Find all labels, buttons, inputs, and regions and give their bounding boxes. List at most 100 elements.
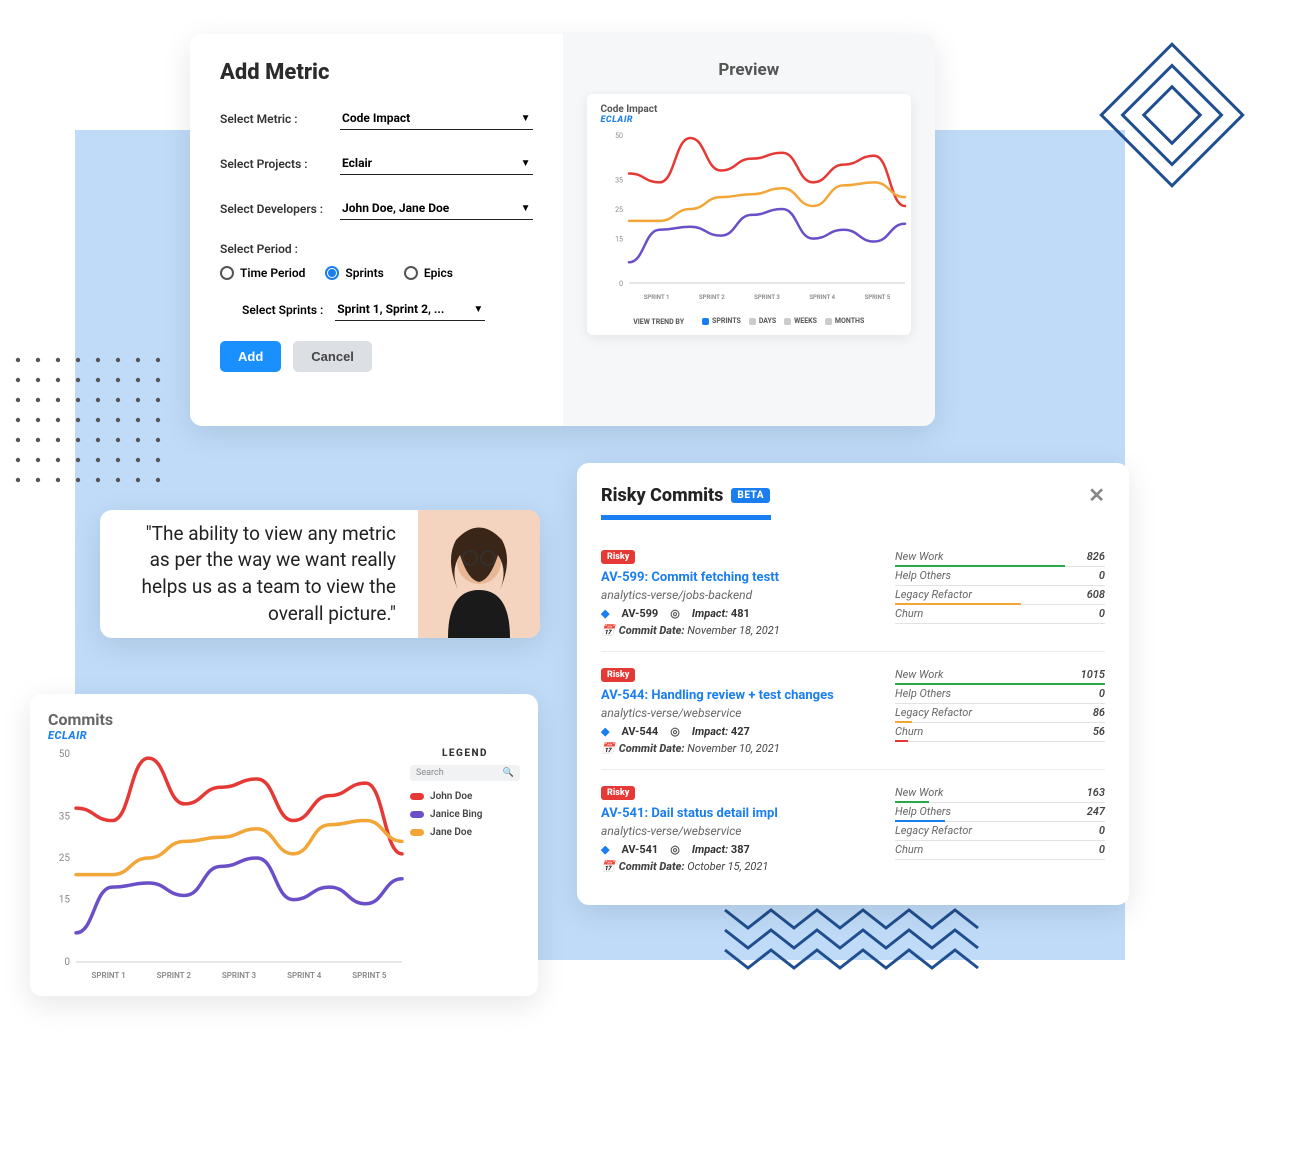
stat-row-help_others: Help Others0 bbox=[895, 567, 1105, 586]
select-developers-value: John Doe, Jane Doe bbox=[342, 201, 449, 215]
chart-series-line bbox=[629, 182, 905, 220]
commit-stats: New Work826Help Others0Legacy Refactor60… bbox=[895, 548, 1105, 637]
x-tick-label: SPRINT 3 bbox=[222, 971, 257, 980]
stat-value: 0 bbox=[1099, 824, 1105, 837]
period-radio-sprints[interactable]: Sprints bbox=[325, 266, 383, 280]
preview-chart-subtitle: ECLAIR bbox=[601, 115, 898, 125]
radio-label: Sprints bbox=[345, 266, 383, 280]
period-radio-group: Time Period Sprints Epics bbox=[220, 266, 533, 280]
legend-item[interactable]: Janice Bing bbox=[410, 809, 520, 820]
stat-label: New Work bbox=[895, 550, 943, 563]
commit-impact: Impact: 427 bbox=[692, 725, 750, 738]
select-developers-dropdown[interactable]: John Doe, Jane Doe ▼ bbox=[340, 197, 533, 220]
commit-impact: Impact: 387 bbox=[692, 843, 750, 856]
legend-search-placeholder: Search bbox=[416, 768, 444, 778]
add-metric-card: Add Metric Select Metric : Code Impact ▼… bbox=[190, 34, 935, 426]
trend-radio-icon bbox=[749, 318, 756, 325]
trend-radio-icon bbox=[702, 318, 709, 325]
stat-row-churn: Churn56 bbox=[895, 723, 1105, 742]
commit-date-value: November 10, 2021 bbox=[687, 742, 779, 755]
y-tick-label: 0 bbox=[619, 280, 623, 288]
risky-tag: Risky bbox=[601, 786, 635, 800]
y-tick-label: 15 bbox=[615, 236, 623, 244]
preview-chart-card: Code Impact ECLAIR 503525150SPRINT 1SPRI… bbox=[587, 94, 912, 335]
stat-label: Legacy Refactor bbox=[895, 824, 972, 837]
stat-value: 0 bbox=[1099, 569, 1105, 582]
calendar-icon: 📅 bbox=[601, 624, 615, 637]
y-tick-label: 0 bbox=[64, 957, 70, 968]
zigzag-decoration-icon bbox=[720, 900, 990, 980]
stat-label: Churn bbox=[895, 843, 923, 856]
commit-repo: analytics-verse/webservice bbox=[601, 824, 871, 838]
select-metric-dropdown[interactable]: Code Impact ▼ bbox=[340, 107, 533, 130]
legend-item[interactable]: John Doe bbox=[410, 791, 520, 802]
commit-date-value: November 18, 2021 bbox=[687, 624, 779, 637]
radio-label: Time Period bbox=[240, 266, 305, 280]
select-developers-label: Select Developers : bbox=[220, 202, 340, 216]
target-icon: ◎ bbox=[670, 725, 680, 738]
caret-down-icon: ▼ bbox=[521, 113, 531, 124]
stat-value: 0 bbox=[1099, 843, 1105, 856]
cancel-button[interactable]: Cancel bbox=[293, 341, 372, 372]
stat-label: Legacy Refactor bbox=[895, 706, 972, 719]
y-tick-label: 50 bbox=[615, 132, 623, 140]
stat-value: 0 bbox=[1099, 687, 1105, 700]
legend-search-input[interactable]: Search 🔍 bbox=[410, 765, 520, 781]
stat-bar bbox=[895, 740, 908, 742]
period-radio-time-period[interactable]: Time Period bbox=[220, 266, 305, 280]
stat-value: 0 bbox=[1099, 607, 1105, 620]
diamond-icon: ◆ bbox=[601, 843, 609, 856]
period-radio-epics[interactable]: Epics bbox=[404, 266, 453, 280]
stat-row-new_work: New Work 163 bbox=[895, 784, 1105, 803]
trend-radio-icon bbox=[784, 318, 791, 325]
select-projects-dropdown[interactable]: Eclair ▼ bbox=[340, 152, 533, 175]
radio-icon bbox=[404, 266, 418, 280]
legend-swatch-icon bbox=[410, 829, 424, 836]
add-metric-form: Add Metric Select Metric : Code Impact ▼… bbox=[190, 34, 563, 426]
commit-repo: analytics-verse/webservice bbox=[601, 706, 871, 720]
y-tick-label: 15 bbox=[59, 895, 71, 906]
calendar-icon: 📅 bbox=[601, 860, 615, 873]
trend-option-sprints[interactable]: SPRINTS bbox=[702, 317, 741, 325]
legend-swatch-icon bbox=[410, 811, 424, 818]
dot-grid-decoration-icon bbox=[10, 352, 180, 502]
legend-panel: LEGEND Search 🔍 John Doe Janice Bing Jane … bbox=[410, 748, 520, 992]
risky-commits-title: Risky Commits bbox=[601, 485, 723, 506]
select-metric-value: Code Impact bbox=[342, 111, 410, 125]
add-button[interactable]: Add bbox=[220, 341, 281, 372]
stat-row-churn: Churn 0 bbox=[895, 841, 1105, 860]
trend-option-days[interactable]: DAYS bbox=[749, 317, 776, 325]
risky-tag: Risky bbox=[601, 668, 635, 682]
y-tick-label: 35 bbox=[59, 811, 71, 822]
stat-row-help_others: Help Others247 bbox=[895, 803, 1105, 822]
stat-label: Help Others bbox=[895, 805, 951, 818]
stat-row-help_others: Help Others0 bbox=[895, 685, 1105, 704]
commit-date-label: Commit Date: bbox=[619, 624, 685, 637]
stat-label: New Work bbox=[895, 786, 943, 799]
testimonial-quote: "The ability to view any metric as per t… bbox=[100, 510, 418, 638]
stat-value: 163 bbox=[1087, 786, 1105, 799]
legend-item[interactable]: Jane Doe bbox=[410, 827, 520, 838]
commits-chart-subtitle: ECLAIR bbox=[48, 729, 520, 742]
close-icon[interactable]: ✕ bbox=[1088, 483, 1105, 507]
trend-option-weeks[interactable]: WEEKS bbox=[784, 317, 817, 325]
commit-title-link[interactable]: AV-599: Commit fetching testt bbox=[601, 570, 871, 585]
trend-option-label: DAYS bbox=[759, 317, 776, 325]
y-tick-label: 25 bbox=[59, 853, 71, 864]
commit-id: AV-541 bbox=[621, 843, 658, 856]
beta-badge: BETA bbox=[731, 488, 770, 503]
stat-row-legacy_refactor: Legacy Refactor86 bbox=[895, 704, 1105, 723]
commit-title-link[interactable]: AV-544: Handling review + test changes bbox=[601, 688, 871, 703]
stat-label: Churn bbox=[895, 725, 923, 738]
trend-option-months[interactable]: MONTHS bbox=[825, 317, 864, 325]
testimonial-avatar bbox=[418, 510, 540, 638]
select-metric-label: Select Metric : bbox=[220, 112, 340, 126]
stat-value: 826 bbox=[1087, 550, 1105, 563]
radio-icon bbox=[325, 266, 339, 280]
select-sprints-dropdown[interactable]: Sprint 1, Sprint 2, ... ▼ bbox=[335, 298, 485, 321]
commit-title-link[interactable]: AV-541: Dail status detail impl bbox=[601, 806, 871, 821]
stat-row-legacy_refactor: Legacy Refactor 0 bbox=[895, 822, 1105, 841]
diamond-decoration-icon bbox=[1082, 25, 1262, 205]
select-sprints-label: Select Sprints : bbox=[242, 303, 323, 317]
legend-title: LEGEND bbox=[410, 748, 520, 759]
